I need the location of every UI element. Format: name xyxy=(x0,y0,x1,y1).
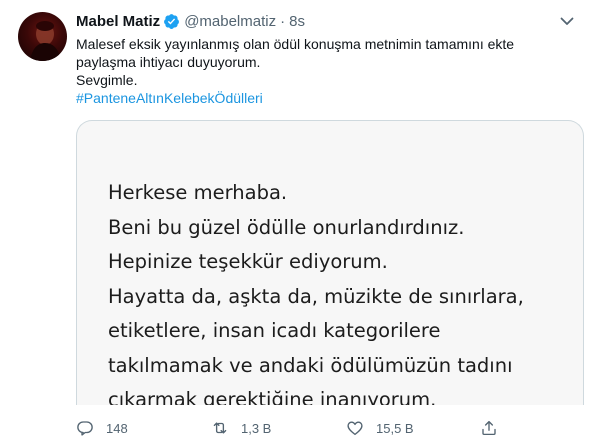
media-text-line: etiketlere, insan icadı kategorilere xyxy=(108,319,441,342)
avatar[interactable] xyxy=(18,12,67,61)
share-icon xyxy=(482,420,496,436)
media-text: Herkese merhaba. Beni bu güzel ödülle on… xyxy=(108,176,524,405)
tweet-text-line: paylaşma ihtiyacı duyuyorum. xyxy=(76,54,261,70)
like-icon xyxy=(347,421,363,436)
reply-icon xyxy=(77,421,93,436)
tweet-text-line: Sevgimle. xyxy=(76,72,138,88)
tweet-content: Mabel Matiz @mabelmatiz · 8s Malesef eks… xyxy=(76,11,584,107)
author-name[interactable]: Mabel Matiz xyxy=(76,13,160,30)
media-text-line: Hayatta da, aşkta da, müzikte de sınırla… xyxy=(108,284,524,308)
tweet-header: Mabel Matiz @mabelmatiz · 8s xyxy=(76,11,584,31)
retweet-count: 1,3 B xyxy=(241,420,272,436)
reply-count: 148 xyxy=(106,420,128,436)
retweet-button[interactable]: 1,3 B xyxy=(211,418,271,438)
tweet-text-line: Malesef eksik yayınlanmış olan ödül konu… xyxy=(76,36,515,52)
media-text-line: çıkarmak gerektiğine inanıyorum. xyxy=(108,388,437,405)
like-button[interactable]: 15,5 B xyxy=(346,418,414,438)
separator-dot: · xyxy=(280,12,286,30)
share-button[interactable] xyxy=(480,418,498,438)
media-text-line: Beni bu güzel ödülle onurlandırdınız. xyxy=(108,215,465,239)
verified-badge-icon xyxy=(164,13,180,29)
tweet-actions: 148 1,3 B 15,5 B xyxy=(76,418,576,438)
media-text-line: takılmamak ve andaki ödülümüzün tadını xyxy=(108,353,513,377)
hashtag-link[interactable]: #PanteneAltınKelebekÖdülleri xyxy=(76,89,584,107)
more-options-button[interactable] xyxy=(556,13,578,29)
chevron-down-icon xyxy=(560,17,574,25)
like-count: 15,5 B xyxy=(376,420,414,436)
reply-button[interactable]: 148 xyxy=(76,418,128,438)
author-handle[interactable]: @mabelmatiz xyxy=(184,13,276,30)
media-text-line: Hepinize teşekkür ediyorum. xyxy=(108,250,388,273)
media-text-line: Herkese merhaba. xyxy=(108,181,288,204)
tweet[interactable]: Mabel Matiz @mabelmatiz · 8s Malesef eks… xyxy=(0,0,598,447)
tweet-timestamp[interactable]: 8s xyxy=(289,13,305,30)
retweet-icon xyxy=(213,422,227,434)
tweet-media-image[interactable]: Herkese merhaba. Beni bu güzel ödülle on… xyxy=(76,120,584,405)
tweet-text: Malesef eksik yayınlanmış olan ödül konu… xyxy=(76,35,584,107)
